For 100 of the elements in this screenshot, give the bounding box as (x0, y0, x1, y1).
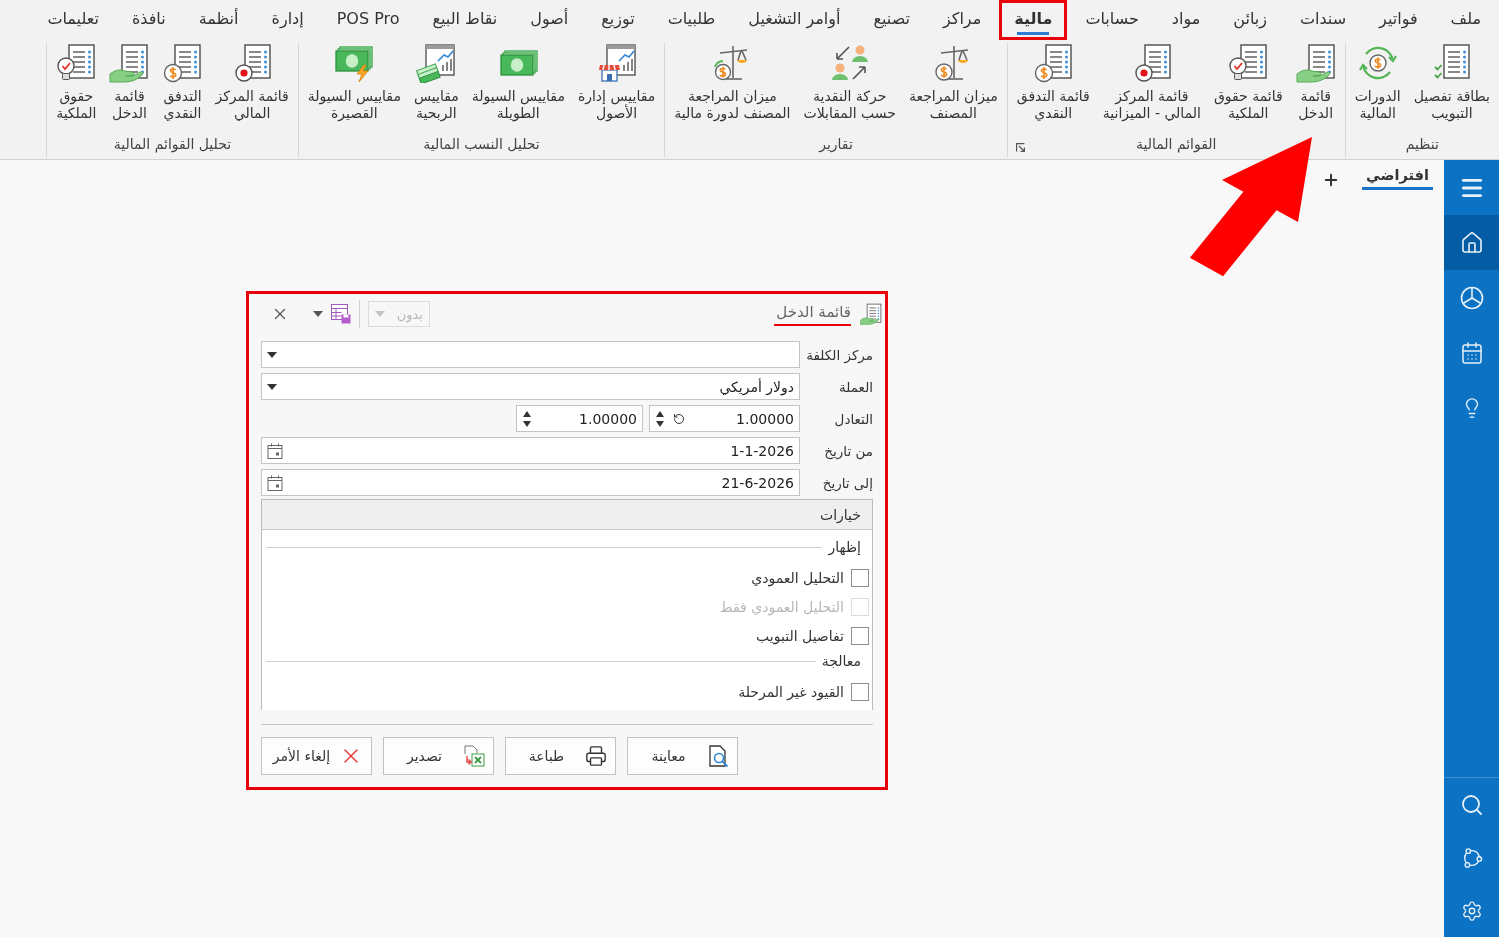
spin-arrows-icon[interactable] (655, 409, 665, 428)
ribbon-button[interactable]: حركة النقدية حسب المقابلات (797, 43, 902, 122)
ribbon-tab[interactable]: حسابات (1070, 0, 1154, 40)
caret-icon (267, 351, 277, 358)
calendar-icon[interactable] (267, 442, 283, 459)
field-label: من تاريخ (823, 442, 873, 459)
date-field[interactable]: 21-6-2026 (261, 469, 800, 496)
ribbon-button[interactable]: مقاييس السيولة القصيرة (301, 43, 407, 122)
document-search-icon (707, 745, 729, 767)
ribbon-button[interactable]: ميزان المراجعة المصنف (902, 43, 1004, 122)
spreadsheet-export-icon (463, 745, 485, 767)
dialog-button[interactable]: إلغاء الأمر (261, 737, 372, 775)
field-label: إلى تاريخ (821, 474, 873, 491)
ribbon-tab[interactable]: تصنيع (858, 0, 925, 40)
ribbon-tab[interactable]: إدارة (256, 0, 319, 40)
checkbox[interactable] (851, 682, 869, 701)
ribbon-tab[interactable]: مالية (999, 0, 1068, 40)
field-label: العملة (838, 378, 873, 395)
ribbon-button[interactable]: قائمة حقوق الملكية (1207, 43, 1289, 122)
printer-icon (585, 745, 607, 767)
ribbon-button[interactable]: حقوق الملكية (50, 43, 103, 122)
group-title: تقارير (819, 136, 853, 152)
ribbon-button[interactable]: التدفق النقدي (156, 43, 209, 122)
ribbon-tab[interactable]: فواتير (1364, 0, 1433, 40)
ribbon-button[interactable]: بطاقة تفصيل التبويب (1407, 43, 1496, 122)
ribbon-button[interactable]: ميزان المراجعة المصنف لدورة مالية (668, 43, 797, 122)
ribbon-tab[interactable]: زبائن (1218, 0, 1282, 40)
document-bulb-icon (56, 43, 97, 83)
document-coin-icon (162, 43, 203, 83)
ribbon-tab[interactable]: تعليمات (32, 0, 114, 40)
banknotes-lightning-icon (334, 43, 375, 83)
ribbon-button[interactable]: مقاييس إدارة الأصول (571, 43, 662, 122)
ribbon-button[interactable]: الدورات المالية (1348, 43, 1407, 122)
group-title: القوائم المالية (1135, 136, 1217, 152)
ribbon-tab[interactable]: ملف (1435, 0, 1496, 40)
document-hand-icon (109, 43, 150, 83)
field-label: التعادل (833, 410, 873, 427)
ribbon-button[interactable]: قائمة التدفق النقدي (1010, 43, 1096, 122)
calendar-icon[interactable] (267, 474, 283, 491)
checkbox[interactable] (851, 626, 869, 645)
checkbox-label: القيود غير المرحلة (738, 683, 844, 700)
launcher-icon[interactable] (1015, 143, 1025, 152)
ribbon-tab[interactable]: مراكز (927, 0, 997, 40)
group-title: تحليل القوائم المالية (113, 136, 232, 152)
ribbon-tab[interactable]: أنظمة (183, 0, 254, 40)
calendar-icon (1459, 340, 1484, 365)
number-field[interactable]: 1.00000 (516, 405, 643, 432)
ribbon-tab[interactable]: نافذة (116, 0, 181, 40)
reset-icon[interactable] (673, 412, 685, 425)
document-hand-icon (1295, 43, 1336, 83)
section-heading: إظهار (828, 539, 861, 555)
chart-banknotes-icon (416, 43, 457, 83)
workspace-tab[interactable]: افتراضي (1361, 160, 1433, 190)
ribbon-tab[interactable]: أوامر التشغيل (733, 0, 856, 40)
caret-icon (267, 383, 277, 390)
ribbon-button[interactable]: قائمة الدخل (1289, 43, 1342, 122)
caret-icon (313, 311, 323, 317)
dropdown-field[interactable] (261, 341, 800, 368)
chart-shop-icon (596, 43, 637, 83)
document-bulb-icon (1228, 43, 1269, 83)
section-heading: معالجة (821, 653, 861, 669)
dialog-button[interactable]: طباعة (505, 737, 616, 775)
group-title: تحليل النسب المالية (423, 136, 540, 152)
sidebar-item[interactable] (1444, 215, 1499, 270)
checkbox-label: التحليل العمودي (751, 569, 844, 586)
caret-icon (375, 311, 385, 317)
group-title: تنظيم (1405, 136, 1439, 152)
ribbon-tab[interactable]: نقاط البيع (417, 0, 513, 40)
settings-icon (1460, 899, 1483, 922)
number-field[interactable]: 1.00000 (649, 405, 800, 432)
checkbox-label: تفاصيل التبويب (756, 627, 844, 644)
field-label: مركز الكلفة (805, 346, 873, 363)
home-icon (1459, 230, 1484, 255)
document-coin-icon (1033, 43, 1074, 83)
date-field[interactable]: 1-1-2026 (261, 437, 800, 464)
ribbon-button[interactable]: قائمة المركز المالي - الميزانية (1096, 43, 1207, 122)
ribbon-button[interactable]: قائمة الدخل (103, 43, 156, 122)
checkbox[interactable] (851, 568, 869, 587)
dialog-button[interactable]: تصدير (383, 737, 494, 775)
document-hand-icon (860, 303, 882, 325)
dropdown-field[interactable]: دولار أمريكي (261, 373, 800, 400)
ribbon-tab[interactable]: أصول (515, 0, 584, 40)
ribbon-button[interactable]: مقاييس الربحية (407, 43, 465, 122)
wheel-icon (1459, 285, 1484, 310)
people-arrows-icon (829, 43, 870, 83)
search-icon (1459, 792, 1484, 817)
ribbon-tab[interactable]: طلبيات (652, 0, 731, 40)
dialog-button[interactable]: معاينة (627, 737, 738, 775)
ribbon-button[interactable]: مقاييس السيولة الطويلة (465, 43, 571, 122)
ribbon-tab[interactable]: POS Pro (321, 0, 415, 40)
dialog-title: قائمة الدخل (774, 302, 851, 326)
ribbon-tab[interactable]: مواد (1156, 0, 1216, 40)
ribbon-tab[interactable]: توزيع (586, 0, 650, 40)
layout-save-icon[interactable] (331, 304, 351, 324)
ribbon-button[interactable]: قائمة المركز المالي (209, 43, 295, 122)
spin-arrows-icon[interactable] (522, 409, 532, 428)
ribbon-tab[interactable]: سندات (1284, 0, 1362, 40)
document-dot-icon (232, 43, 273, 83)
options-header: خيارات (262, 500, 872, 530)
checkbox-label: التحليل العمودي فقط (719, 598, 844, 615)
